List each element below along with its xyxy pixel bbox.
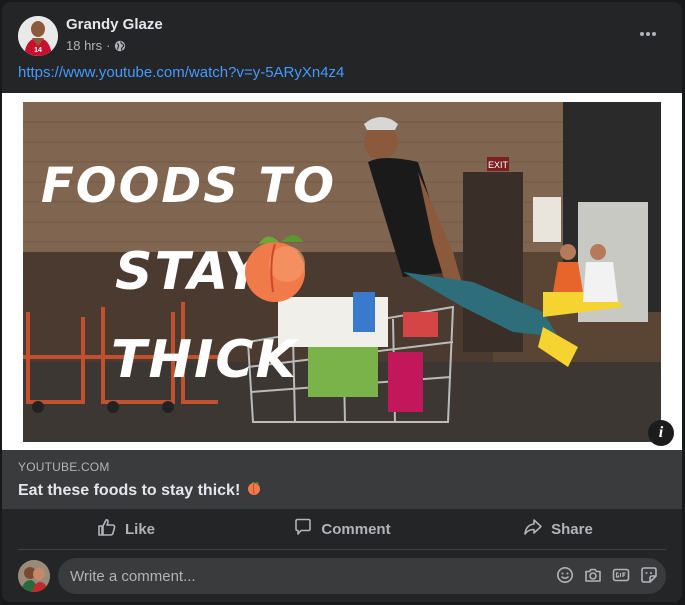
link-title[interactable]: Eat these foods to stay thick! (18, 482, 240, 500)
author-avatar[interactable]: 14 (18, 16, 58, 56)
globe-icon (114, 40, 126, 52)
post-link[interactable]: https://www.youtube.com/watch?v=y-5ARyXn… (18, 64, 344, 81)
like-button[interactable]: Like (18, 509, 234, 549)
link-title-row[interactable]: Eat these foods to stay thick! (18, 480, 262, 501)
link-domain: YOUTUBE.COM (18, 460, 110, 474)
gif-icon[interactable] (612, 566, 630, 584)
like-icon (97, 517, 117, 541)
like-label: Like (124, 520, 155, 538)
comment-icon (293, 517, 313, 541)
emoji-icon[interactable] (556, 566, 574, 584)
thumbnail-image[interactable]: EXIT FOODS TO STAY THICK (23, 102, 661, 442)
post-header: 14 Grandy Glaze 18 hrs · (18, 14, 666, 58)
post-time[interactable]: 18 hrs (66, 38, 102, 53)
camera-icon[interactable] (584, 566, 602, 584)
comment-row (18, 558, 666, 596)
share-icon (523, 517, 543, 541)
author-name[interactable]: Grandy Glaze (66, 16, 163, 33)
peach-emoji-icon (246, 480, 262, 501)
share-label: Share (551, 520, 593, 538)
comment-label: Comment (321, 520, 391, 538)
thumbnail-text-line1: FOODS TO (41, 158, 336, 214)
comment-tools (556, 566, 658, 584)
post-meta: 18 hrs · (66, 38, 126, 53)
video-thumbnail[interactable]: EXIT FOODS TO STAY THICK i (2, 93, 682, 450)
share-button[interactable]: Share (450, 509, 666, 549)
exit-sign: EXIT (488, 160, 509, 170)
viewer-avatar[interactable] (18, 560, 50, 592)
thumbnail-text-line3: THICK (111, 330, 300, 390)
comment-button[interactable]: Comment (234, 509, 450, 549)
more-icon[interactable] (636, 22, 660, 46)
info-icon[interactable]: i (648, 420, 674, 446)
post-card: 14 Grandy Glaze 18 hrs · https://www.you… (2, 2, 682, 602)
jersey-number: 14 (34, 47, 42, 54)
thumbnail-text-line2: STAY (115, 242, 267, 302)
link-preview[interactable]: YOUTUBE.COM Eat these foods to stay thic… (2, 450, 682, 509)
post-actions: Like Comment Share (18, 509, 666, 550)
sticker-icon[interactable] (640, 566, 658, 584)
meta-separator: · (106, 38, 111, 53)
